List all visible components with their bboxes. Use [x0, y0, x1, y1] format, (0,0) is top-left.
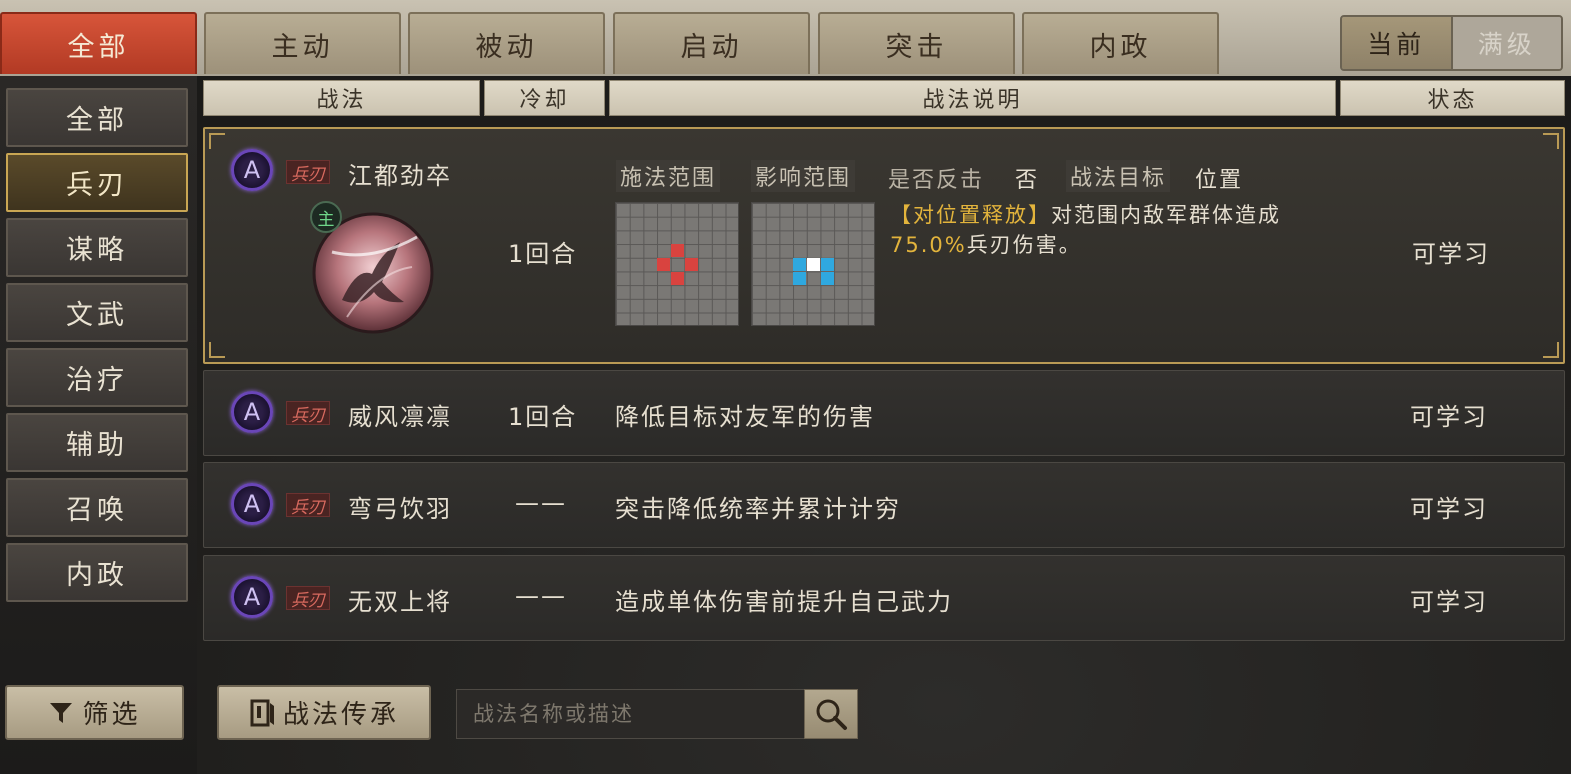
sidebar-item-weapon[interactable]: 兵刃 — [6, 153, 188, 212]
status-value: 可学习 — [1410, 495, 1488, 523]
grade-a-badge: A — [231, 391, 273, 433]
target-label: 战法目标 — [1066, 160, 1171, 192]
search-input[interactable] — [456, 689, 806, 739]
tab-assault[interactable]: 突击 — [818, 12, 1015, 74]
search-icon — [816, 699, 847, 730]
search-button[interactable] — [804, 689, 858, 739]
skill-name: 威风凛凛 — [348, 403, 452, 431]
level-toggle: 当前 满级 — [1340, 15, 1563, 71]
frame-corner — [209, 342, 225, 358]
toggle-max-level[interactable]: 满级 — [1452, 17, 1561, 69]
header-skill: 战法 — [203, 80, 480, 116]
cast-cell — [685, 258, 698, 271]
desc-main: 对范围内敌军群体造成 — [1051, 203, 1281, 227]
filter-icon — [50, 702, 73, 723]
status-value: 可学习 — [1412, 240, 1490, 268]
tab-passive[interactable]: 被动 — [408, 12, 605, 74]
grade-a-badge: A — [231, 576, 273, 618]
header-description: 战法说明 — [609, 80, 1336, 116]
cast-cell — [671, 244, 684, 257]
inherit-label: 战法传承 — [282, 700, 399, 730]
desc-prefix: 【对位置释放】 — [890, 203, 1051, 227]
cast-cell — [657, 258, 670, 271]
skill-name: 弯弓饮羽 — [348, 495, 452, 523]
skill-description: 造成单体伤害前提升自己武力 — [615, 588, 953, 616]
skill-description: 突击降低统率并累计计穷 — [615, 495, 901, 523]
effect-cell — [821, 258, 834, 271]
counter-label: 是否反击 — [888, 168, 985, 193]
sidebar-item-all[interactable]: 全部 — [6, 88, 188, 147]
status-value: 可学习 — [1410, 588, 1488, 616]
tab-internal[interactable]: 内政 — [1022, 12, 1219, 74]
scroll-book-icon — [250, 699, 274, 726]
type-tag: 兵刃 — [286, 493, 330, 518]
counter-value: 否 — [1015, 168, 1040, 193]
type-tag: 兵刃 — [286, 160, 330, 185]
effect-range-label: 影响范围 — [751, 160, 856, 192]
sidebar-item-support[interactable]: 辅助 — [6, 413, 188, 472]
cooldown-value: —— — [515, 489, 567, 517]
sidebar-item-strategy[interactable]: 谋略 — [6, 218, 188, 277]
effect-cell — [793, 272, 806, 285]
cast-cell — [671, 272, 684, 285]
header-cooldown: 冷却 — [484, 80, 605, 116]
sidebar-item-summon[interactable]: 召唤 — [6, 478, 188, 537]
frame-corner — [209, 133, 225, 149]
inherit-button[interactable]: 战法传承 — [217, 685, 431, 740]
grade-a-badge: A — [231, 483, 273, 525]
sidebar-item-heal[interactable]: 治疗 — [6, 348, 188, 407]
type-tag: 兵刃 — [286, 401, 330, 426]
main-skill-badge: 主 — [310, 201, 342, 233]
desc-value: 75.0% — [890, 233, 967, 257]
cooldown-value: 1回合 — [508, 240, 578, 268]
status-value: 可学习 — [1410, 403, 1488, 431]
type-tag: 兵刃 — [286, 586, 330, 611]
cooldown-value: 1回合 — [508, 403, 578, 431]
sidebar-item-civil-military[interactable]: 文武 — [6, 283, 188, 342]
target-value: 位置 — [1195, 168, 1244, 193]
skill-name: 江都劲卒 — [348, 162, 452, 190]
skill-description: 【对位置释放】对范围内敌军群体造成 75.0%兵刃伤害。 — [890, 200, 1315, 260]
header-status: 状态 — [1340, 80, 1565, 116]
desc-suffix: 兵刃伤害。 — [966, 233, 1082, 257]
frame-corner — [1543, 133, 1559, 149]
effect-cell — [793, 258, 806, 271]
tab-all[interactable]: 全部 — [0, 12, 197, 74]
skill-description: 降低目标对友军的伤害 — [615, 403, 875, 431]
grade-a-badge: A — [231, 149, 273, 191]
tab-trigger[interactable]: 启动 — [613, 12, 810, 74]
toggle-current[interactable]: 当前 — [1342, 17, 1453, 69]
cast-range-grid — [615, 202, 739, 326]
effect-cell — [821, 272, 834, 285]
sidebar-item-internal[interactable]: 内政 — [6, 543, 188, 602]
filter-button[interactable]: 筛选 — [5, 685, 184, 740]
effect-range-grid — [751, 202, 875, 326]
filter-label: 筛选 — [82, 700, 141, 730]
tab-active[interactable]: 主动 — [204, 12, 401, 74]
skill-name: 无双上将 — [348, 588, 452, 616]
cast-range-label: 施法范围 — [616, 160, 721, 192]
effect-center-cell — [807, 258, 820, 271]
cooldown-value: —— — [515, 582, 567, 610]
frame-corner — [1543, 342, 1559, 358]
